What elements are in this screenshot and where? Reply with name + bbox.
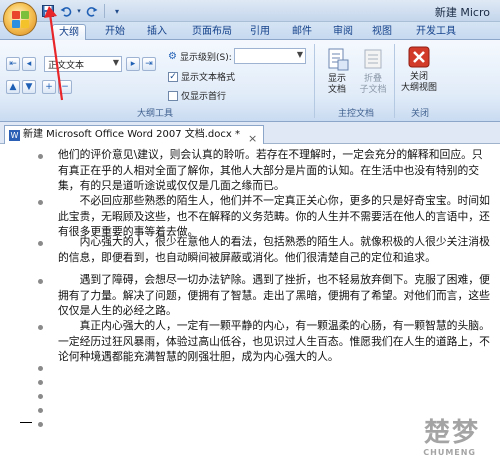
show-document-icon	[323, 48, 351, 72]
group-separator	[314, 44, 315, 118]
expand-icon[interactable]: +	[42, 80, 56, 94]
tab-mailings[interactable]: 邮件	[287, 24, 317, 40]
word-document-icon: W	[9, 130, 20, 141]
first-line-only-checkbox[interactable]: 仅显示首行	[168, 89, 226, 102]
tab-view[interactable]: 视图	[367, 24, 397, 40]
outline-bullet[interactable]	[38, 154, 43, 159]
close-icon	[405, 46, 433, 70]
qat-separator	[104, 4, 105, 18]
close-outline-view-button[interactable]: 关闭 大纲视图	[398, 46, 440, 94]
paragraph: 遇到了障碍，会想尽一切办法铲除。遇到了挫折，也不轻易放弃倒下。克服了困难，便拥有…	[58, 273, 490, 317]
show-document-button[interactable]: 显示 文档	[320, 48, 354, 96]
undo-dropdown-icon[interactable]: ▾	[76, 3, 82, 19]
office-logo-icon	[12, 11, 30, 29]
empty-outline-bullet[interactable]	[38, 366, 43, 371]
save-icon[interactable]	[40, 3, 56, 19]
promote-icon[interactable]: ◂	[22, 57, 36, 71]
chevron-down-icon: ▼	[296, 50, 303, 59]
outline-bullet[interactable]	[38, 279, 43, 284]
demote-icon[interactable]: ▸	[126, 57, 140, 71]
tab-developer[interactable]: 开发工具	[408, 24, 464, 40]
tab-home[interactable]: 开始	[100, 24, 130, 40]
empty-outline-bullet[interactable]	[38, 422, 43, 427]
outline-level-combo[interactable]: 正文文本 ▼	[44, 56, 122, 72]
watermark-sub: CHUMENG	[423, 448, 476, 457]
outline-bullet[interactable]	[38, 325, 43, 330]
group-label-master-document: 主控文档	[337, 109, 374, 119]
empty-outline-bullet[interactable]	[38, 394, 43, 399]
tab-references[interactable]: 引用	[245, 24, 275, 40]
ribbon-tabs: 大纲 开始 插入 页面布局 引用 邮件 审阅 视图 开发工具	[0, 22, 500, 40]
undo-icon[interactable]	[58, 3, 74, 19]
tab-page-layout[interactable]: 页面布局	[184, 24, 240, 40]
show-level-row: ⚙ 显示级别(S):	[168, 51, 232, 63]
promote-to-heading1-icon[interactable]: ⇤	[6, 57, 20, 71]
title-bar: ▾ ▾ 新建 Micro	[0, 0, 500, 22]
paragraph: 内心强大的人，很少在意他人的看法，包括熟悉的陌生人。就像积极的人很少关注消极的信…	[58, 235, 490, 264]
collapse-subdocuments-icon	[359, 48, 387, 72]
office-button[interactable]	[3, 2, 37, 36]
show-level-combo[interactable]: ▼	[234, 48, 306, 64]
group-label-close: 关闭	[410, 109, 429, 119]
document-tab[interactable]: W 新建 Microsoft Office Word 2007 文档.docx …	[4, 125, 265, 145]
move-up-icon[interactable]: ▲	[6, 80, 20, 94]
chevron-down-icon: ▼	[112, 58, 119, 67]
tab-insert[interactable]: 插入	[142, 24, 172, 40]
move-down-icon[interactable]: ▼	[22, 80, 36, 94]
paragraph: 他们的评价意见\建议，则会认真的聆听。若存在不理解时，一定会充分的解释和回应。只…	[58, 148, 483, 192]
outline-bullet[interactable]	[38, 200, 43, 205]
demote-to-body-icon[interactable]: ⇥	[142, 57, 156, 71]
show-level-icon: ⚙	[168, 51, 177, 62]
paragraph: 真正内心强大的人，一定有一颗平静的内心，有一颗温柔的心肠，有一颗智慧的头脑。一定…	[58, 319, 490, 363]
collapse-subdocuments-button[interactable]: 折叠 子文档	[356, 48, 390, 96]
tab-outline[interactable]: 大纲	[52, 24, 86, 40]
text-cursor	[20, 422, 32, 423]
window-title: 新建 Micro	[434, 6, 490, 19]
watermark-logo: 楚梦	[423, 418, 480, 448]
empty-outline-bullet[interactable]	[38, 408, 43, 413]
redo-icon[interactable]	[84, 3, 100, 19]
customize-icon[interactable]: ▾	[109, 3, 125, 19]
checkbox-empty-icon	[168, 90, 178, 101]
empty-outline-bullet[interactable]	[38, 380, 43, 385]
outline-bullet[interactable]	[38, 241, 43, 246]
show-text-format-checkbox[interactable]: ✓ 显示文本格式	[168, 70, 235, 83]
checkbox-checked-icon: ✓	[168, 71, 178, 82]
quick-access-toolbar: ▾ ▾	[40, 3, 125, 19]
ribbon: ⇤ ◂ 正文文本 ▼ ▸ ⇥ ▲ ▼ + − ⚙ 显示级别(S): ▼ ✓ 显示…	[0, 40, 500, 122]
group-separator	[394, 44, 395, 118]
paragraph: 不必回应那些熟悉的陌生人，他们并不一定真正关心你，更多的只是好奇宝宝。时间如此宝…	[58, 194, 490, 238]
tab-review[interactable]: 审阅	[328, 24, 358, 40]
document-tab-bar: W 新建 Microsoft Office Word 2007 文档.docx …	[0, 122, 500, 145]
watermark: 楚梦 CHUMENG	[344, 407, 494, 457]
group-label-outline-tools: 大纲工具	[136, 109, 173, 119]
collapse-icon[interactable]: −	[58, 80, 72, 94]
